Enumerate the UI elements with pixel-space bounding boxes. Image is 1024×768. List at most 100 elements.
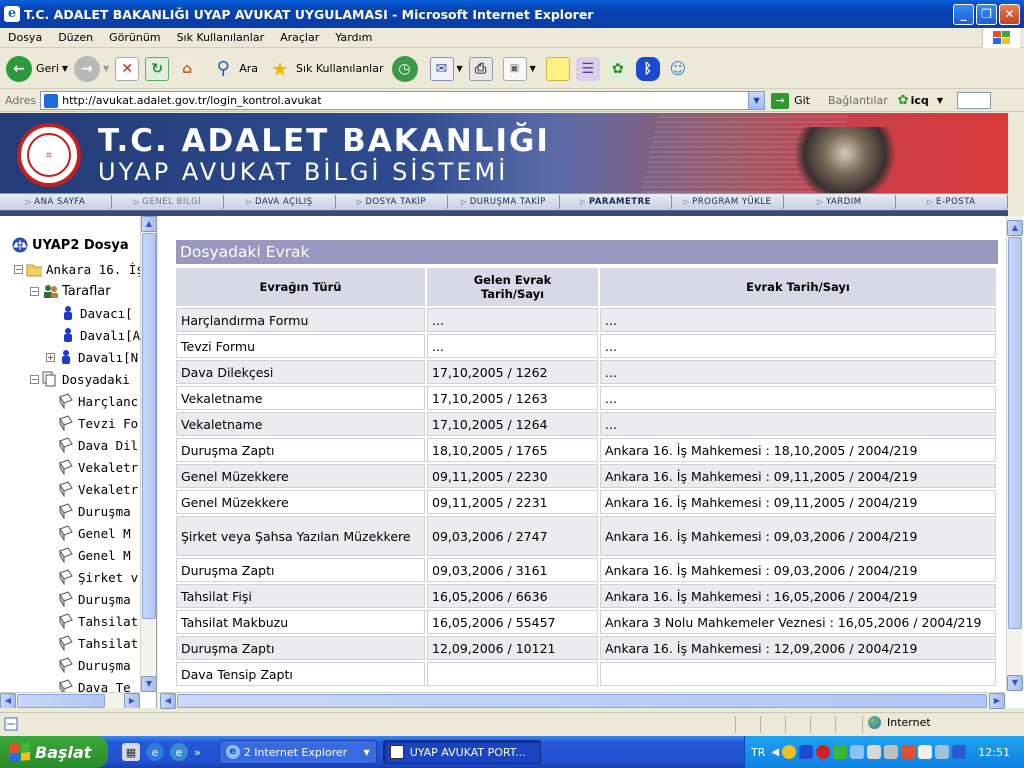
go-button[interactable]: → Git: [771, 92, 810, 109]
restore-button[interactable]: ❐: [976, 3, 997, 25]
favorites-button[interactable]: ★ Sık Kullanılanlar: [268, 53, 383, 85]
tray-app-icon[interactable]: [850, 745, 865, 759]
tree-vertical-scrollbar[interactable]: ▲ ▼: [140, 216, 156, 692]
tree-document-item[interactable]: Vekaletr: [58, 481, 138, 497]
nav-help[interactable]: YARDIM: [784, 195, 896, 209]
start-button[interactable]: Başlat: [0, 736, 108, 768]
scroll-left-icon[interactable]: ◀: [160, 693, 176, 709]
icq-button[interactable]: ✿ icq ▼: [898, 93, 943, 108]
scroll-down-icon[interactable]: ▼: [141, 676, 156, 692]
forward-button[interactable]: → ▼: [74, 53, 109, 85]
menu-tools[interactable]: Araçlar: [272, 31, 327, 44]
back-dropdown-icon[interactable]: ▼: [62, 64, 68, 73]
scroll-thumb[interactable]: [142, 233, 156, 619]
tree-party-item[interactable]: + Davalı[N: [46, 349, 138, 365]
content-horizontal-scrollbar[interactable]: ◀ ▶: [158, 692, 1006, 709]
messenger-button[interactable]: ☺: [666, 53, 690, 85]
address-url[interactable]: http://avukat.adalet.gov.tr/login_kontro…: [62, 94, 748, 107]
show-desktop-icon[interactable]: ▦: [122, 743, 140, 761]
tray-icq-icon[interactable]: [833, 745, 848, 759]
tree-document-item[interactable]: Tevzi Fo: [58, 415, 138, 431]
nav-general-info[interactable]: GENEL BİLGİ: [112, 195, 224, 209]
tree-document-item[interactable]: Şirket v: [58, 569, 138, 585]
tray-network-icon[interactable]: [867, 745, 882, 759]
minimize-button[interactable]: _: [953, 3, 974, 25]
collapse-toggle[interactable]: −: [14, 264, 23, 274]
menu-file[interactable]: Dosya: [0, 31, 50, 44]
table-row[interactable]: Duruşma Zaptı 09,03,2006 / 3161 Ankara 16.…: [176, 558, 996, 582]
tray-app-icon[interactable]: [782, 745, 797, 759]
tray-app-icon[interactable]: [816, 745, 831, 759]
scroll-thumb[interactable]: [177, 694, 987, 708]
mail-dropdown-icon[interactable]: ▼: [457, 64, 463, 73]
nav-file-tracking[interactable]: DOSYA TAKİP: [336, 195, 448, 209]
tree-party-item[interactable]: Davacı[: [60, 305, 133, 321]
tray-network-icon[interactable]: [884, 745, 899, 759]
collapse-toggle[interactable]: −: [30, 374, 39, 384]
tree-document-item[interactable]: Genel M: [58, 547, 131, 563]
scroll-right-icon[interactable]: ▶: [124, 693, 140, 708]
stop-button[interactable]: ✕: [115, 53, 140, 85]
expand-toggle[interactable]: +: [46, 352, 55, 362]
scroll-thumb[interactable]: [1008, 237, 1022, 629]
tray-volume-icon[interactable]: [918, 745, 933, 759]
history-button[interactable]: ◷: [391, 53, 418, 85]
scroll-left-icon[interactable]: ◀: [0, 693, 16, 708]
tray-app-icon[interactable]: [901, 745, 916, 759]
tree-document-item[interactable]: Harçlanc: [58, 393, 138, 409]
taskbar-ie-group[interactable]: e 2 Internet Explorer ▼: [218, 740, 377, 764]
language-indicator[interactable]: TR: [751, 746, 765, 759]
print-button[interactable]: ⎙: [468, 53, 493, 85]
home-button[interactable]: ⌂: [175, 53, 200, 85]
tree-document-item[interactable]: Tahsilat: [58, 635, 138, 651]
tree-horizontal-scrollbar[interactable]: ◀ ▶: [0, 692, 140, 708]
tree-document-item[interactable]: Duruşma: [58, 591, 131, 607]
table-row[interactable]: Dava Dilekçesi 17,10,2005 / 1262...: [176, 360, 996, 384]
research-button[interactable]: ☰: [575, 53, 600, 85]
table-row[interactable]: Harçlandırma Formu......: [176, 308, 996, 332]
mail-button[interactable]: ✉ ▼: [429, 53, 463, 85]
tree-docs-node[interactable]: − Dosyadaki: [30, 371, 130, 387]
address-input[interactable]: http://avukat.adalet.gov.tr/login_kontro…: [40, 91, 766, 110]
nav-email[interactable]: E-POSTA: [896, 195, 1008, 209]
content-vertical-scrollbar[interactable]: ▲ ▼: [1006, 216, 1023, 692]
tree-document-item[interactable]: Duruşma: [58, 657, 131, 673]
scroll-down-icon[interactable]: ▼: [1007, 675, 1023, 691]
close-button[interactable]: ✕: [999, 3, 1020, 25]
nav-case-opening[interactable]: DAVA AÇILIŞ: [224, 195, 336, 209]
menu-edit[interactable]: Düzen: [50, 31, 101, 44]
edit-dropdown-icon[interactable]: ▼: [530, 64, 536, 73]
tree-document-item[interactable]: Dava Te: [58, 679, 131, 692]
nav-parameters[interactable]: PARAMETRE: [560, 195, 672, 209]
tray-app-icon[interactable]: [935, 745, 950, 759]
search-button[interactable]: ⚲ Ara: [211, 53, 258, 85]
table-row[interactable]: Tahsilat Makbuzu 16,05,2006 / 55457 Ankara…: [176, 610, 996, 634]
table-row[interactable]: Duruşma Zaptı 12,09,2006 / 10121 Ankara 16…: [176, 636, 996, 660]
table-row[interactable]: Vekaletname 17,10,2005 / 1263...: [176, 386, 996, 410]
ie-quicklaunch-icon[interactable]: e: [146, 743, 164, 761]
table-row[interactable]: Genel Müzekkere 09,11,2005 / 2230 Ankara 1…: [176, 464, 996, 488]
menu-view[interactable]: Görünüm: [101, 31, 168, 44]
icq-toolbar-button[interactable]: ✿: [605, 53, 630, 85]
tree-document-item[interactable]: Genel M: [58, 525, 131, 541]
scroll-up-icon[interactable]: ▲: [1007, 220, 1023, 236]
scroll-up-icon[interactable]: ▲: [141, 216, 156, 232]
refresh-button[interactable]: ↻: [145, 53, 170, 85]
menu-help[interactable]: Yardım: [327, 31, 380, 44]
table-row[interactable]: Genel Müzekkere 09,11,2005 / 2231 Ankara 1…: [176, 490, 996, 514]
nav-home[interactable]: ANA SAYFA: [0, 195, 112, 209]
tree-parties-node[interactable]: − Taraflar: [30, 283, 111, 299]
tree-root[interactable]: UYAP2 Dosya: [12, 237, 129, 253]
bluetooth-button[interactable]: ᛒ: [635, 53, 660, 85]
table-row[interactable]: Vekaletname 17,10,2005 / 1264...: [176, 412, 996, 436]
menu-favorites[interactable]: Sık Kullanılanlar: [169, 31, 273, 44]
nav-program-install[interactable]: PROGRAM YÜKLE: [672, 195, 784, 209]
table-row[interactable]: Tevzi Formu......: [176, 334, 996, 358]
scroll-right-icon[interactable]: ▶: [989, 693, 1005, 709]
quicklaunch-chevron-icon[interactable]: »: [194, 746, 201, 759]
forward-dropdown-icon[interactable]: ▼: [103, 64, 109, 73]
links-label[interactable]: Bağlantılar: [828, 94, 888, 107]
tree-document-item[interactable]: Duruşma: [58, 503, 131, 519]
tray-bluetooth-icon[interactable]: [799, 745, 814, 759]
address-dropdown-icon[interactable]: ▼: [748, 92, 765, 109]
